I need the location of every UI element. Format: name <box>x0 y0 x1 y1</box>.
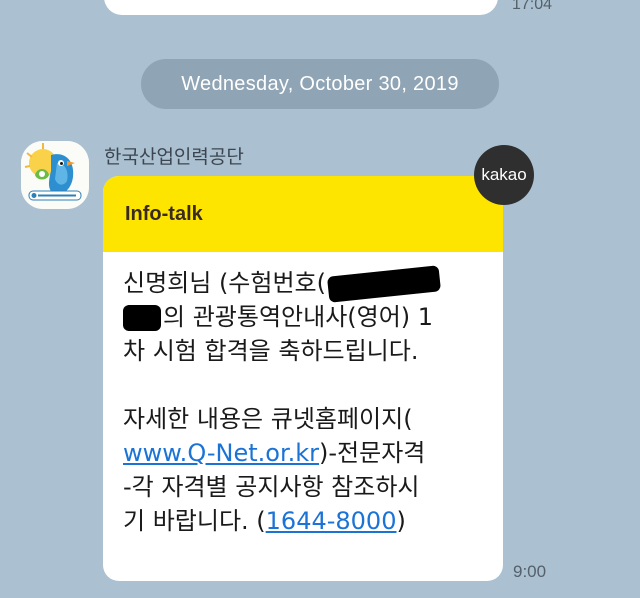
info-talk-card[interactable]: Info-talk 신명희님 (수험번호( 의 관광통역안내사(영어) 1 차 … <box>103 176 503 581</box>
redacted-exam-number <box>326 265 442 303</box>
message-text: )-전문자격 <box>319 439 426 467</box>
message-text: ) <box>396 507 406 535</box>
hrdk-mascot-logo-icon <box>21 141 89 209</box>
card-header: Info-talk <box>103 176 503 252</box>
message-line: www.Q-Net.or.kr)-전문자격 <box>123 436 483 470</box>
sender-name: 한국산업인력공단 <box>104 146 244 168</box>
message-text: 신명희님 (수험번호( <box>123 269 326 297</box>
message-line: 차 시험 합격을 축하드립니다. <box>123 337 419 365</box>
redacted-exam-number-continued <box>123 305 161 331</box>
message-line: 의 관광통역안내사(영어) 1 <box>123 300 483 334</box>
previous-message-bubble[interactable] <box>104 0 498 15</box>
sender-avatar[interactable] <box>21 141 89 209</box>
message-line: 기 바랍니다. (1644-8000) <box>123 504 483 538</box>
previous-message-time: 17:04 <box>512 0 553 13</box>
message-time: 9:00 <box>513 562 547 581</box>
message-text: 기 바랍니다. ( <box>123 507 266 535</box>
message-line: 자세한 내용은 큐넷홈페이지( <box>123 405 413 433</box>
kakao-badge: kakao <box>474 145 534 205</box>
message-line: -각 자격별 공지사항 참조하시 <box>123 473 420 501</box>
card-message-body: 신명희님 (수험번호( 의 관광통역안내사(영어) 1 차 시험 합격을 축하드… <box>123 265 483 538</box>
message-line: 신명희님 (수험번호( <box>123 265 483 303</box>
phone-link[interactable]: 1644-8000 <box>266 507 397 535</box>
qnet-link[interactable]: www.Q-Net.or.kr <box>123 439 319 467</box>
date-divider: Wednesday, October 30, 2019 <box>141 59 499 109</box>
card-header-title: Info-talk <box>125 203 203 225</box>
message-text: 의 관광통역안내사(영어) 1 <box>163 303 434 331</box>
